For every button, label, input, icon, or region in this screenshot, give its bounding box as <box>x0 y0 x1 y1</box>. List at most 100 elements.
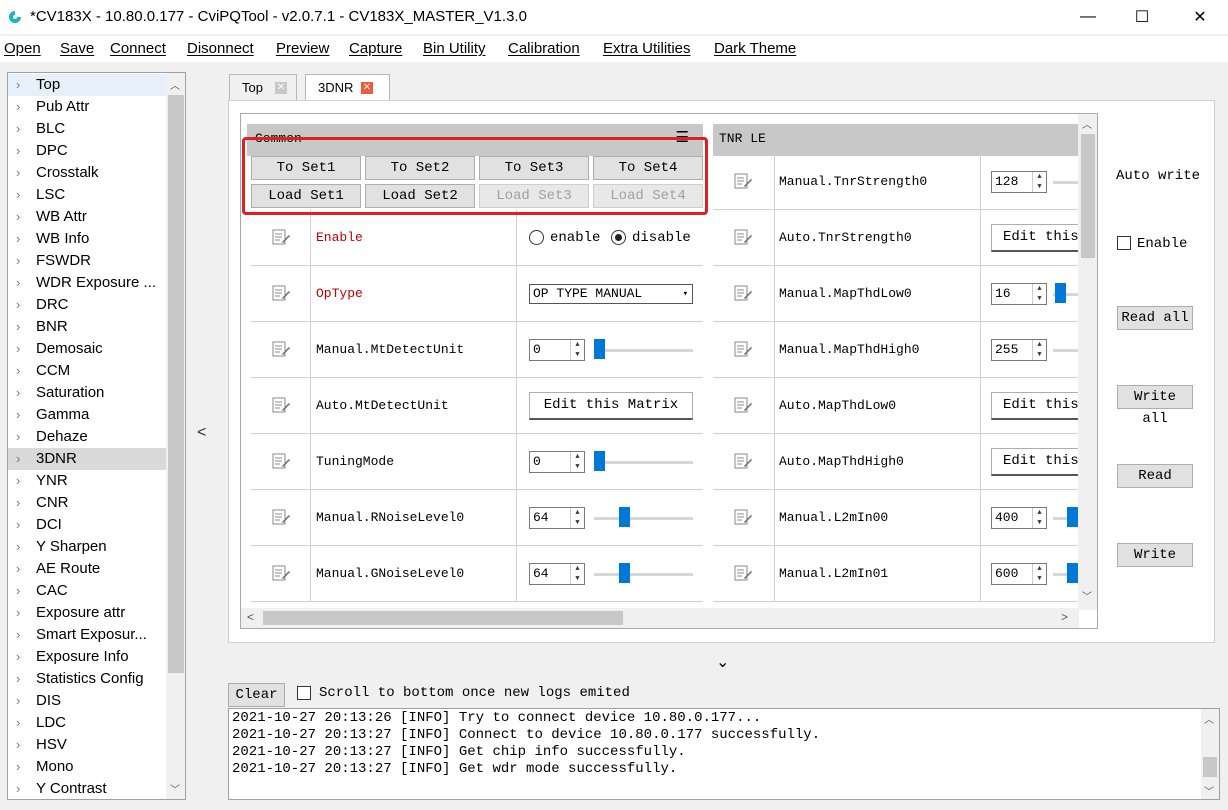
params-hscrollbar[interactable]: < > <box>241 608 1079 628</box>
slider-track[interactable] <box>594 349 693 352</box>
chevron-right-icon[interactable]: › <box>16 558 20 580</box>
scroll-up-icon[interactable]: ︿ <box>170 77 180 92</box>
chevron-right-icon[interactable]: › <box>16 118 20 140</box>
edit-matrix-button[interactable]: Edit this <box>991 448 1079 476</box>
tree-item[interactable]: › Crosstalk <box>8 162 166 184</box>
slider-handle[interactable] <box>619 507 630 527</box>
value-spinbox[interactable]: 128 ▲ ▼ <box>991 171 1047 193</box>
edit-matrix-button[interactable]: Edit this Matrix <box>529 392 693 420</box>
chevron-right-icon[interactable]: › <box>16 96 20 118</box>
chevron-right-icon[interactable]: › <box>16 712 20 734</box>
slider-handle[interactable] <box>1055 283 1066 303</box>
tree-scrollbar[interactable]: ︿ ﹀ <box>166 73 185 799</box>
tree-item[interactable]: › LDC <box>8 712 166 734</box>
spin-arrows-icon[interactable]: ▲ ▼ <box>1032 564 1046 584</box>
maximize-button[interactable]: ☐ <box>1114 0 1170 34</box>
scroll-down-icon[interactable]: ﹀ <box>1082 588 1092 603</box>
chevron-right-icon[interactable]: › <box>16 426 20 448</box>
scroll-down-icon[interactable]: ﹀ <box>1204 783 1214 798</box>
tree-item[interactable]: › Mono <box>8 756 166 778</box>
edit-parameter-icon[interactable] <box>733 172 753 190</box>
tree-item[interactable]: › Demosaic <box>8 338 166 360</box>
menu-capture[interactable]: Capture <box>349 40 402 57</box>
edit-parameter-icon[interactable] <box>271 452 291 470</box>
slider-handle[interactable] <box>1067 507 1078 527</box>
scroll-thumb[interactable] <box>1203 757 1217 777</box>
tab-3dnr[interactable]: 3DNR ✕ <box>305 74 390 101</box>
chevron-right-icon[interactable]: › <box>16 492 20 514</box>
auto-write-enable-checkbox[interactable] <box>1117 236 1131 250</box>
slider-handle[interactable] <box>594 451 605 471</box>
tree-item[interactable]: › 3DNR <box>8 448 166 470</box>
edit-parameter-icon[interactable] <box>271 284 291 302</box>
tree-item[interactable]: › WDR Exposure ... <box>8 272 166 294</box>
tree-item[interactable]: › WB Attr <box>8 206 166 228</box>
tree-item[interactable]: › Top <box>8 74 166 96</box>
chevron-right-icon[interactable]: › <box>16 690 20 712</box>
chevron-right-icon[interactable]: › <box>16 646 20 668</box>
tree-item[interactable]: › Exposure attr <box>8 602 166 624</box>
tree-item[interactable]: › HSV <box>8 734 166 756</box>
scroll-left-icon[interactable]: < <box>247 610 254 624</box>
slider-track[interactable] <box>594 461 693 464</box>
chevron-right-icon[interactable]: › <box>16 668 20 690</box>
tree-item[interactable]: › BNR <box>8 316 166 338</box>
value-spinbox[interactable]: 16 ▲ ▼ <box>991 283 1047 305</box>
tree-item[interactable]: › CNR <box>8 492 166 514</box>
edit-parameter-icon[interactable] <box>733 508 753 526</box>
clear-log-button[interactable]: Clear <box>228 683 285 707</box>
value-spinbox[interactable]: 64 ▲ ▼ <box>529 507 585 529</box>
chevron-right-icon[interactable]: › <box>16 470 20 492</box>
spin-arrows-icon[interactable]: ▲ ▼ <box>570 508 584 528</box>
tree-item[interactable]: › BLC <box>8 118 166 140</box>
log-scrollbar[interactable]: ︿ ﹀ <box>1201 709 1219 799</box>
tab-close-icon[interactable]: ✕ <box>361 82 373 94</box>
menu-disconnect[interactable]: Disonnect <box>187 40 254 57</box>
menu-extra-utilities[interactable]: Extra Utilities <box>603 40 691 57</box>
value-spinbox[interactable]: 64 ▲ ▼ <box>529 563 585 585</box>
menu-calibration[interactable]: Calibration <box>508 40 580 57</box>
read-all-button[interactable]: Read all <box>1117 306 1193 330</box>
scroll-to-bottom-checkbox[interactable] <box>297 686 311 700</box>
expand-log-icon[interactable]: ⌄ <box>716 652 729 672</box>
value-spinbox[interactable]: 400 ▲ ▼ <box>991 507 1047 529</box>
slider-handle[interactable] <box>594 339 605 359</box>
scroll-thumb[interactable] <box>1081 134 1095 258</box>
tree-item[interactable]: › Exposure Info <box>8 646 166 668</box>
dropdown-arrow-icon[interactable]: ▾ <box>683 285 688 303</box>
tree-item[interactable]: › Pub Attr <box>8 96 166 118</box>
slider-track[interactable] <box>1053 181 1079 184</box>
write-all-button[interactable]: Write all <box>1117 385 1193 427</box>
chevron-right-icon[interactable]: › <box>16 206 20 228</box>
tree-item[interactable]: › Gamma <box>8 404 166 426</box>
edit-parameter-icon[interactable] <box>733 564 753 582</box>
tab-close-icon[interactable]: ✕ <box>275 82 287 94</box>
tree-item[interactable]: › CCM <box>8 360 166 382</box>
edit-parameter-icon[interactable] <box>271 228 291 246</box>
chevron-right-icon[interactable]: › <box>16 294 20 316</box>
value-spinbox[interactable]: 255 ▲ ▼ <box>991 339 1047 361</box>
edit-parameter-icon[interactable] <box>733 396 753 414</box>
tab-top[interactable]: Top ✕ <box>229 74 297 100</box>
slider-track[interactable] <box>594 517 693 520</box>
slider-track[interactable] <box>1053 349 1079 352</box>
slider-handle[interactable] <box>1067 563 1078 583</box>
chevron-right-icon[interactable]: › <box>16 734 20 756</box>
write-button[interactable]: Write <box>1117 543 1193 567</box>
chevron-right-icon[interactable]: › <box>16 250 20 272</box>
scroll-up-icon[interactable]: ︿ <box>1082 116 1092 131</box>
tree-item[interactable]: › DIS <box>8 690 166 712</box>
edit-parameter-icon[interactable] <box>271 340 291 358</box>
tree-item[interactable]: › Y Contrast <box>8 778 166 799</box>
chevron-right-icon[interactable]: › <box>16 382 20 404</box>
tree-item[interactable]: › CAC <box>8 580 166 602</box>
chevron-right-icon[interactable]: › <box>16 778 20 799</box>
log-output[interactable]: 2021-10-27 20:13:26 [INFO] Try to connec… <box>228 708 1220 800</box>
chevron-right-icon[interactable]: › <box>16 756 20 778</box>
scroll-right-icon[interactable]: > <box>1061 610 1068 624</box>
edit-matrix-button[interactable]: Edit this <box>991 224 1079 252</box>
tree-item[interactable]: › AE Route <box>8 558 166 580</box>
tree-item[interactable]: › LSC <box>8 184 166 206</box>
spin-arrows-icon[interactable]: ▲ ▼ <box>570 564 584 584</box>
menu-preview[interactable]: Preview <box>276 40 329 57</box>
